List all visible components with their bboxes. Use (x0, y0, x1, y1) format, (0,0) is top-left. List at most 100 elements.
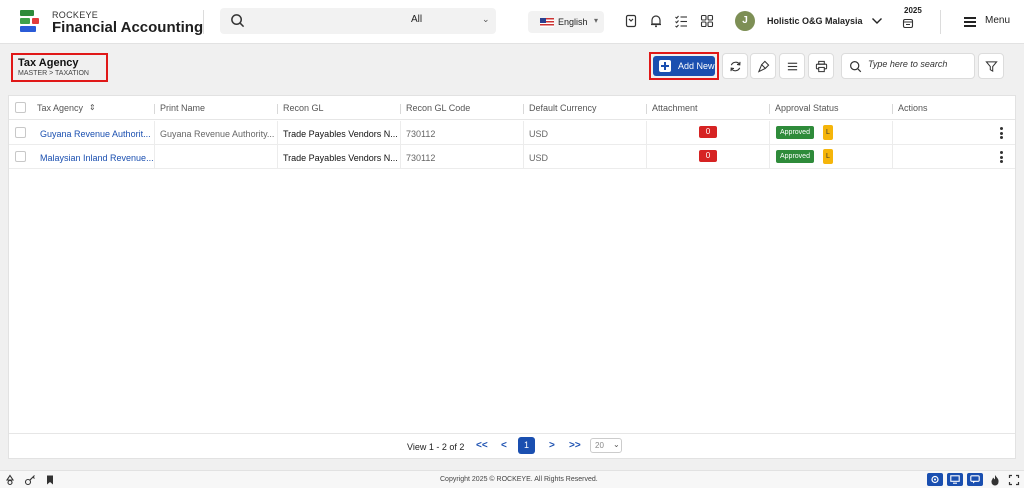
recon-gl-cell: Trade Payables Vendors N... (283, 153, 398, 163)
table-row[interactable]: Malaysian Inland Revenue... Trade Payabl… (9, 145, 1015, 169)
column-actions: Actions (898, 103, 928, 113)
table-row[interactable]: Guyana Revenue Authorit... Guyana Revenu… (9, 121, 1015, 145)
status-badge: Approved (776, 150, 814, 163)
row-checkbox[interactable] (15, 127, 26, 138)
key-icon[interactable] (24, 474, 36, 486)
gear-icon (931, 475, 939, 484)
recon-gl-cell: Trade Payables Vendors N... (283, 129, 398, 139)
table-header: Tax Agency ⇕ Print Name Recon GL Recon G… (9, 96, 1015, 120)
status-badge: Approved (776, 126, 814, 139)
page-title: Tax Agency (18, 57, 79, 69)
column-tax-agency[interactable]: Tax Agency (37, 103, 83, 113)
sort-icon[interactable]: ⇕ (89, 103, 96, 112)
refresh-icon (730, 61, 741, 72)
fire-icon[interactable] (989, 474, 1001, 486)
currency-cell: USD (529, 129, 549, 139)
chat-button[interactable] (967, 473, 983, 486)
current-page-button[interactable]: 1 (518, 437, 535, 454)
add-new-highlight: Add New (649, 52, 719, 80)
chevron-down-icon[interactable] (871, 15, 883, 27)
pagination: View 1 - 2 of 2 << < 1 > >> 20 ⌄ (9, 433, 1015, 457)
settings-button[interactable] (927, 473, 943, 486)
attachment-count-badge[interactable]: 0 (699, 150, 717, 162)
cell-divider (646, 121, 647, 145)
avatar[interactable]: J (735, 11, 755, 31)
calendar-icon[interactable] (902, 17, 914, 29)
add-new-button[interactable]: Add New (653, 56, 715, 76)
checklist-icon[interactable] (674, 14, 688, 28)
printer-icon (815, 60, 828, 73)
filter-button[interactable] (978, 53, 1004, 79)
column-default-currency[interactable]: Default Currency (529, 103, 597, 113)
prev-page-button[interactable]: < (501, 440, 507, 451)
recon-gl-code-cell: 730112 (406, 129, 436, 139)
pagination-summary: View 1 - 2 of 2 (407, 442, 465, 452)
row-actions-kebab-icon[interactable] (1000, 151, 1004, 163)
cell-divider (523, 145, 524, 169)
column-separator (277, 104, 278, 114)
page-header: Tax Agency MASTER > TAXATION (11, 53, 108, 82)
page-size-select[interactable]: 20 ⌄ (590, 438, 622, 453)
monitor-button[interactable] (947, 473, 963, 486)
divider (940, 10, 941, 34)
copyright-text: Copyright 2025 © ROCKEYE. All Rights Res… (440, 476, 598, 483)
global-search[interactable]: All ⌄ (220, 8, 496, 34)
cell-divider (154, 121, 155, 145)
bookmark-icon[interactable] (624, 14, 638, 28)
chat-icon (970, 475, 980, 484)
column-separator (769, 104, 770, 114)
tax-agency-link[interactable]: Malaysian Inland Revenue... (40, 153, 154, 163)
tax-agency-link[interactable]: Guyana Revenue Authorit... (40, 129, 151, 139)
column-recon-gl[interactable]: Recon GL (283, 103, 324, 113)
fullscreen-icon[interactable] (1008, 474, 1020, 486)
plus-icon (659, 60, 671, 72)
cell-divider (523, 121, 524, 145)
lock-icon[interactable]: L (823, 125, 833, 140)
rockeye-logo-icon[interactable] (20, 10, 40, 32)
column-approval-status[interactable]: Approval Status (775, 103, 839, 113)
recycle-icon[interactable] (4, 474, 16, 486)
language-select[interactable]: English ▾ (528, 11, 604, 33)
clear-filter-button[interactable] (750, 53, 776, 79)
column-recon-gl-code[interactable]: Recon GL Code (406, 103, 470, 113)
lock-icon[interactable]: L (823, 149, 833, 164)
search-icon (850, 61, 862, 73)
column-separator (892, 104, 893, 114)
recon-gl-code-cell: 730112 (406, 153, 436, 163)
bell-icon[interactable] (649, 14, 663, 28)
column-attachment[interactable]: Attachment (652, 103, 698, 113)
search-scope-select[interactable]: All (411, 14, 422, 25)
first-page-button[interactable]: << (476, 440, 488, 451)
bookmark-icon[interactable] (44, 474, 56, 486)
print-button[interactable] (808, 53, 834, 79)
list-view-button[interactable] (779, 53, 805, 79)
attachment-count-badge[interactable]: 0 (699, 126, 717, 138)
table-search[interactable] (841, 53, 975, 79)
chevron-down-icon[interactable]: ⌄ (482, 14, 490, 25)
cell-divider (277, 145, 278, 169)
row-checkbox[interactable] (15, 151, 26, 162)
column-print-name[interactable]: Print Name (160, 103, 205, 113)
fiscal-year: 2025 (904, 6, 922, 15)
last-page-button[interactable]: >> (569, 440, 581, 451)
row-actions-kebab-icon[interactable] (1000, 127, 1004, 139)
breadcrumb[interactable]: MASTER > TAXATION (18, 70, 89, 77)
next-page-button[interactable]: > (549, 440, 555, 451)
add-new-label: Add New (678, 61, 715, 71)
apps-grid-icon[interactable] (700, 14, 714, 28)
cell-divider (769, 145, 770, 169)
refresh-button[interactable] (722, 53, 748, 79)
select-all-checkbox[interactable] (15, 102, 26, 113)
table-search-input[interactable] (868, 59, 970, 69)
cell-divider (646, 145, 647, 169)
cell-divider (769, 121, 770, 145)
filter-icon (985, 61, 998, 73)
menu-label: Menu (985, 15, 1011, 26)
currency-cell: USD (529, 153, 549, 163)
monitor-icon (950, 475, 960, 484)
column-separator (400, 104, 401, 114)
us-flag-icon (540, 18, 554, 27)
cell-divider (400, 121, 401, 145)
data-table: Tax Agency ⇕ Print Name Recon GL Recon G… (8, 95, 1016, 459)
company-name[interactable]: Holistic O&G Malaysia (767, 16, 863, 26)
